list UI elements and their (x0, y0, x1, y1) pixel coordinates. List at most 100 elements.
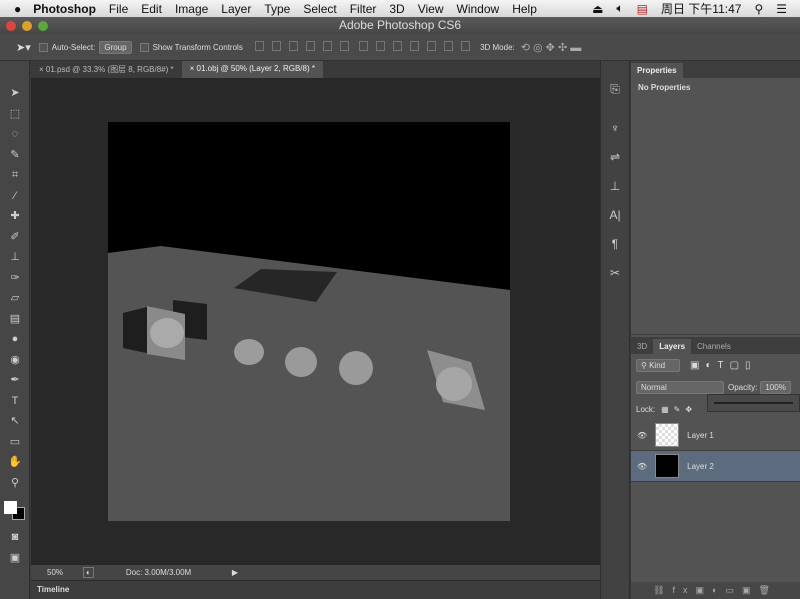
foreground-color[interactable] (4, 501, 17, 514)
status-icon[interactable]: ◐ (83, 567, 94, 578)
flag-icon[interactable]: ▤ (637, 2, 648, 16)
color-swatches[interactable] (0, 493, 29, 527)
paragraph-icon[interactable]: ¶ (601, 230, 629, 259)
tab-layers[interactable]: Layers (653, 339, 692, 354)
tool-presets-icon[interactable]: ✂ (601, 259, 629, 288)
menu-app[interactable]: Photoshop (33, 2, 96, 16)
brush-tool-icon[interactable]: ✐ (0, 227, 30, 248)
clock[interactable]: 周日 下午11:47 (661, 0, 741, 17)
brush-preset-icon[interactable]: ♆ (601, 114, 629, 143)
layer-row-layer-2[interactable]: 👁︎ Layer 2 (631, 451, 800, 482)
gradient-tool-icon[interactable]: ▤ (0, 309, 30, 330)
tab-3d[interactable]: 3D (631, 339, 653, 354)
distribute-top-icon[interactable] (359, 41, 369, 51)
notification-icon[interactable]: ☰ (776, 2, 787, 16)
menu-help[interactable]: Help (512, 2, 537, 16)
align-vcenter-icon[interactable] (271, 41, 281, 51)
zoom-button[interactable] (38, 21, 48, 31)
distribute-vcenter-icon[interactable] (376, 41, 386, 51)
opacity-slider[interactable] (714, 402, 793, 404)
tab-channels[interactable]: Channels (691, 339, 737, 354)
apple-icon[interactable]: ● (14, 2, 21, 16)
move-tool-icon[interactable]: ➤ (0, 83, 30, 104)
menu-image[interactable]: Image (175, 2, 208, 16)
menu-file[interactable]: File (109, 2, 128, 16)
lasso-tool-icon[interactable]: ◌ (0, 124, 30, 145)
brush-panel-icon[interactable]: ⇌ (601, 143, 629, 172)
align-left-icon[interactable] (305, 41, 315, 51)
doc-tab-01-psd[interactable]: × 01.psd @ 33.3% (图层 8, RGB/8#) * (31, 61, 182, 78)
opacity-input[interactable]: 100% (760, 380, 791, 394)
path-select-tool-icon[interactable]: ↖ (0, 411, 30, 432)
eject-icon[interactable]: ⏏ (592, 2, 603, 16)
layer-name: Layer 2 (687, 461, 714, 471)
menu-select[interactable]: Select (303, 2, 336, 16)
visibility-eye-icon[interactable]: 👁︎ (637, 431, 647, 440)
menu-3d[interactable]: 3D (389, 2, 404, 16)
distribute-left-icon[interactable] (410, 41, 420, 51)
timeline-tab[interactable]: Timeline (37, 585, 69, 594)
align-hcenter-icon[interactable] (322, 41, 332, 51)
quick-mask-icon[interactable]: ◙ (0, 527, 30, 548)
layers-footer-buttons[interactable]: ⛓fx▣◐▭▣🗑︎ (631, 582, 800, 599)
hand-tool-icon[interactable]: ✋ (0, 452, 30, 473)
options-bar: ➤▾ Auto-Select: Group Show Transform Con… (0, 34, 800, 61)
lock-label: Lock: (636, 404, 656, 414)
history-brush-icon[interactable]: ✑ (0, 268, 30, 289)
zoom-level[interactable]: 50% (47, 568, 63, 577)
screen-mode-icon[interactable]: ▣ (0, 548, 30, 569)
menu-view[interactable]: View (418, 2, 444, 16)
auto-align-icon[interactable] (461, 41, 471, 51)
healing-tool-icon[interactable]: ✚ (0, 206, 30, 227)
tab-properties[interactable]: Properties (631, 63, 683, 78)
blur-tool-icon[interactable]: ● (0, 329, 30, 350)
show-transform-label[interactable]: Show Transform Controls (153, 43, 243, 52)
show-transform-checkbox[interactable] (139, 42, 149, 52)
layer-row-layer-1[interactable]: 👁︎ Layer 1 (631, 420, 800, 451)
menu-edit[interactable]: Edit (141, 2, 162, 16)
quick-select-tool-icon[interactable]: ✎ (0, 145, 30, 166)
3d-mode-icons[interactable]: ⟲ ◎ ✥ ✣ ▬ (521, 41, 581, 54)
pen-tool-icon[interactable]: ✒ (0, 370, 30, 391)
distribute-bottom-icon[interactable] (393, 41, 403, 51)
visibility-eye-icon[interactable]: 👁︎ (637, 462, 647, 471)
auto-select-dropdown[interactable]: Group (99, 40, 132, 54)
eraser-tool-icon[interactable]: ▱ (0, 288, 30, 309)
volume-icon[interactable]: 🔈︎ (616, 1, 623, 16)
history-icon[interactable]: ⎘ (601, 75, 629, 104)
dodge-tool-icon[interactable]: ◉ (0, 350, 30, 371)
filter-kind-dropdown[interactable]: ⚲ Kind (636, 358, 680, 372)
canvas-area[interactable] (31, 78, 600, 565)
align-bottom-icon[interactable] (288, 41, 298, 51)
menu-type[interactable]: Type (264, 2, 290, 16)
lock-icons[interactable]: ▦✎✥ (661, 405, 697, 414)
clone-source-icon[interactable]: ⊥ (601, 172, 629, 201)
move-tool-icon[interactable]: ➤▾ (16, 41, 31, 54)
document-canvas[interactable] (31, 78, 600, 565)
character-icon[interactable]: A| (601, 201, 629, 230)
stamp-tool-icon[interactable]: ⊥ (0, 247, 30, 268)
crop-tool-icon[interactable]: ⌗ (0, 165, 30, 186)
doc-tab-01-obj[interactable]: × 01.obj @ 50% (Layer 2, RGB/8) * (181, 61, 323, 78)
align-right-icon[interactable] (339, 41, 349, 51)
distribute-hcenter-icon[interactable] (427, 41, 437, 51)
filter-icons[interactable]: ▣◐T▢▯ (690, 360, 757, 371)
menu-filter[interactable]: Filter (350, 2, 377, 16)
marquee-tool-icon[interactable]: ⬚ (0, 104, 30, 125)
close-button[interactable] (6, 21, 16, 31)
menu-window[interactable]: Window (457, 2, 500, 16)
menu-layer[interactable]: Layer (221, 2, 251, 16)
auto-select-checkbox[interactable] (38, 42, 48, 52)
minimize-button[interactable] (22, 21, 32, 31)
distribute-right-icon[interactable] (444, 41, 454, 51)
type-tool-icon[interactable]: T (0, 391, 30, 412)
eyedropper-tool-icon[interactable]: ⁄ (0, 186, 30, 207)
status-menu-arrow-icon[interactable]: ▶ (232, 568, 238, 577)
align-top-icon[interactable] (254, 41, 264, 51)
zoom-tool-icon[interactable]: ⚲ (0, 473, 30, 494)
spotlight-icon[interactable]: ⚲ (754, 2, 763, 16)
shape-tool-icon[interactable]: ▭ (0, 432, 30, 453)
blend-mode-dropdown[interactable]: Normal (636, 380, 724, 394)
layer-filter-row: ⚲ Kind ▣◐T▢▯ (631, 354, 800, 376)
doc-size: Doc: 3.00M/3.00M (125, 568, 192, 577)
